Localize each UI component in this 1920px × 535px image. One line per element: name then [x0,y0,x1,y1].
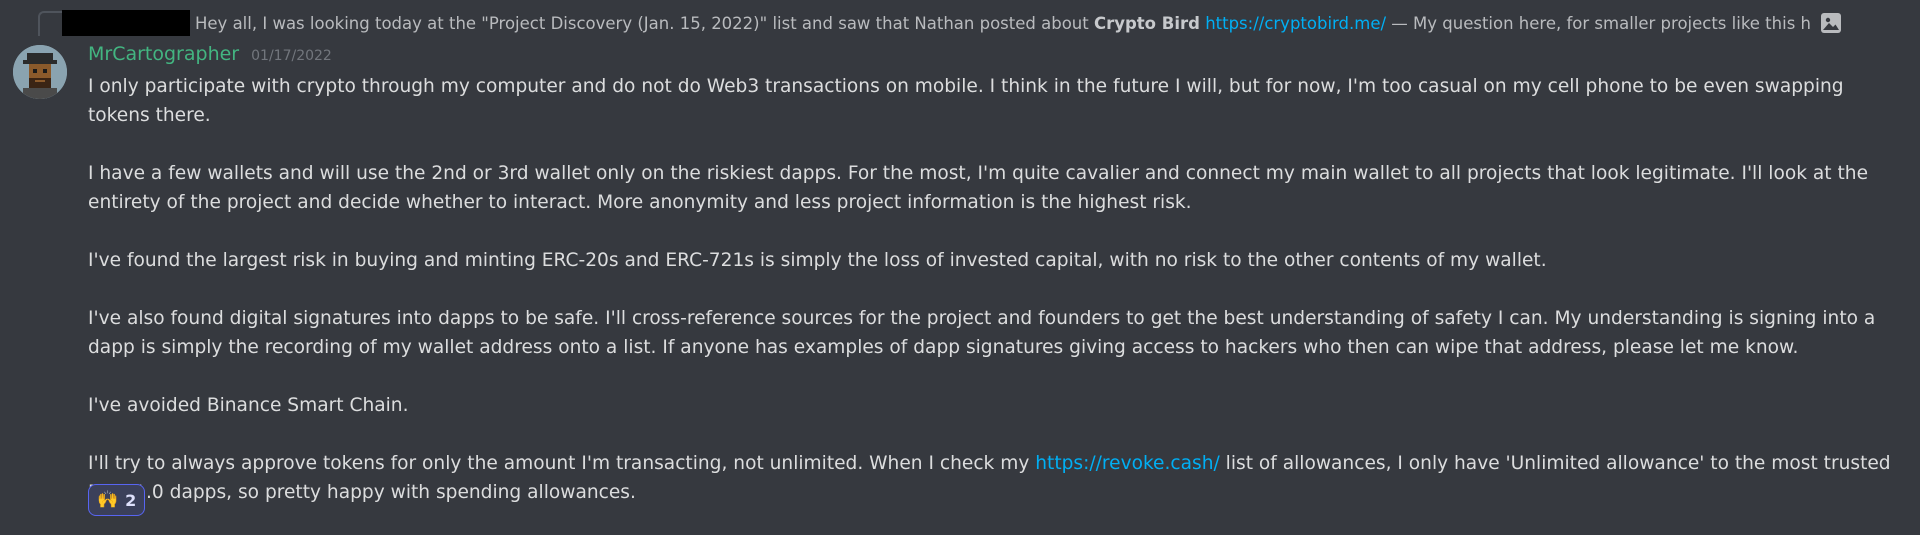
message-paragraph: I've avoided Binance Smart Chain. [88,395,409,416]
raised-hands-emoji-icon: 🙌 [97,489,119,510]
message-paragraph: I've also found digital signatures into … [88,308,1876,358]
message-paragraph: I'll try to always approve tokens for on… [88,449,1898,507]
timestamp: 01/17/2022 [251,48,332,64]
reaction-button[interactable]: 🙌 2 [88,484,146,516]
message-paragraph: I have a few wallets and will use the 2n… [88,163,1869,213]
reply-preview[interactable]: Hey all, I was looking today at the "Pro… [62,9,1852,37]
chat-message: Hey all, I was looking today at the "Pro… [0,0,1920,535]
avatar[interactable] [13,45,67,99]
revoke-cash-link[interactable]: https://revoke.cash/ [1035,453,1220,474]
message-paragraph: I've found the largest risk in buying an… [88,250,1547,271]
reply-link[interactable]: https://cryptobird.me/ [1205,14,1386,33]
message-header: MrCartographer 01/17/2022 [88,43,332,65]
username[interactable]: MrCartographer [88,43,239,65]
reply-preview-text[interactable]: Hey all, I was looking today at the "Pro… [195,14,1810,33]
message-content: I only participate with crypto through m… [88,72,1898,507]
paragraph-text: I'll try to always approve tokens for on… [88,453,1036,474]
message-paragraph: I only participate with crypto through m… [88,76,1844,126]
reply-connector [38,11,62,36]
reply-bold-text: Crypto Bird [1093,13,1200,33]
image-icon[interactable] [1820,12,1842,34]
redacted-reply-author [62,10,190,36]
pixel-avatar-icon [13,45,67,99]
reaction-count: 2 [125,490,137,510]
reply-text-start: Hey all, I was looking today at the "Pro… [195,13,1094,33]
reply-text-end: — My question here, for smaller projects… [1391,13,1810,33]
